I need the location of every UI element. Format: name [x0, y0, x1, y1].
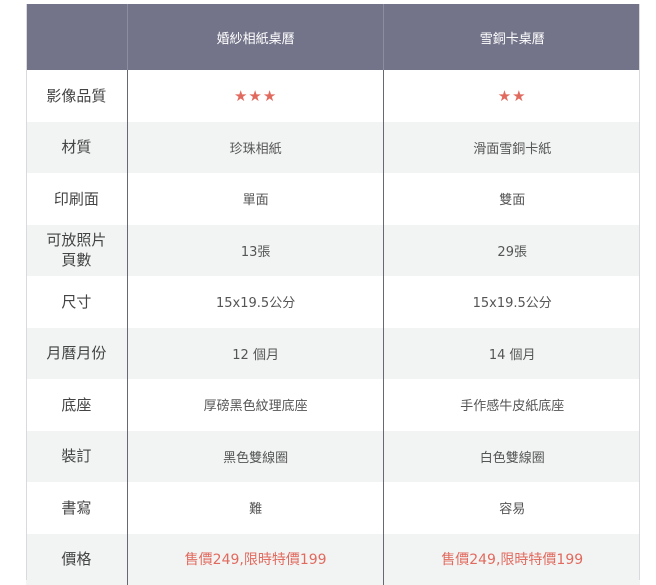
- table-row-writing: 書寫 難 容易: [26, 482, 640, 534]
- cell-value: 雙面: [383, 173, 640, 225]
- cell-value: 12 個月: [127, 328, 384, 380]
- cell-value: 厚磅黑色紋理底座: [127, 379, 384, 431]
- table-row-print-side: 印刷面 單面 雙面: [26, 173, 640, 225]
- table-row-months: 月曆月份 12 個月 14 個月: [26, 328, 640, 380]
- star-rating-icon: ★★★: [234, 87, 277, 105]
- table-row-base: 底座 厚磅黑色紋理底座 手作感牛皮紙底座: [26, 379, 640, 431]
- row-label: 材質: [26, 122, 127, 174]
- header-empty-cell: [26, 4, 127, 70]
- row-label: 價格: [26, 534, 127, 585]
- cell-value: 29張: [383, 225, 640, 277]
- cell-value: 15x19.5公分: [127, 276, 384, 328]
- row-label: 印刷面: [26, 173, 127, 225]
- table-header: 婚紗相紙桌曆 雪銅卡桌曆: [26, 4, 640, 70]
- cell-value: 15x19.5公分: [383, 276, 640, 328]
- cell-value: 手作感牛皮紙底座: [383, 379, 640, 431]
- row-label: 影像品質: [26, 70, 127, 122]
- cell-value: 單面: [127, 173, 384, 225]
- table-row-image-quality: 影像品質 ★★★ ★★: [26, 70, 640, 122]
- table-row-size: 尺寸 15x19.5公分 15x19.5公分: [26, 276, 640, 328]
- row-label: 底座: [26, 379, 127, 431]
- row-label: 月曆月份: [26, 328, 127, 380]
- star-rating-icon: ★★: [498, 87, 527, 105]
- cell-value: 難: [127, 482, 384, 534]
- cell-value: 白色雙線圈: [383, 431, 640, 483]
- header-wedding-calendar: 婚紗相紙桌曆: [127, 4, 384, 70]
- header-coated-calendar: 雪銅卡桌曆: [383, 4, 640, 70]
- row-label: 書寫: [26, 482, 127, 534]
- row-label: 尺寸: [26, 276, 127, 328]
- table-row-binding: 裝訂 黑色雙線圈 白色雙線圈: [26, 431, 640, 483]
- cell-value: 黑色雙線圈: [127, 431, 384, 483]
- row-label: 可放照片 頁數: [26, 225, 127, 277]
- table-row-photo-pages: 可放照片 頁數 13張 29張: [26, 225, 640, 277]
- cell-value: 13張: [127, 225, 384, 277]
- table-row-material: 材質 珍珠相紙 滑面雪銅卡紙: [26, 122, 640, 174]
- cell-value: 14 個月: [383, 328, 640, 380]
- cell-value: 珍珠相紙: [127, 122, 384, 174]
- row-label: 裝訂: [26, 431, 127, 483]
- table-row-price: 價格 售價249,限時特價199 售價249,限時特價199: [26, 534, 640, 585]
- cell-value: 滑面雪銅卡紙: [383, 122, 640, 174]
- price-text: 售價249,限時特價199: [441, 549, 583, 569]
- price-text: 售價249,限時特價199: [185, 549, 327, 569]
- cell-value: 容易: [383, 482, 640, 534]
- comparison-table: 婚紗相紙桌曆 雪銅卡桌曆 影像品質 ★★★ ★★ 材質 珍珠相紙 滑面雪銅卡紙 …: [26, 4, 640, 585]
